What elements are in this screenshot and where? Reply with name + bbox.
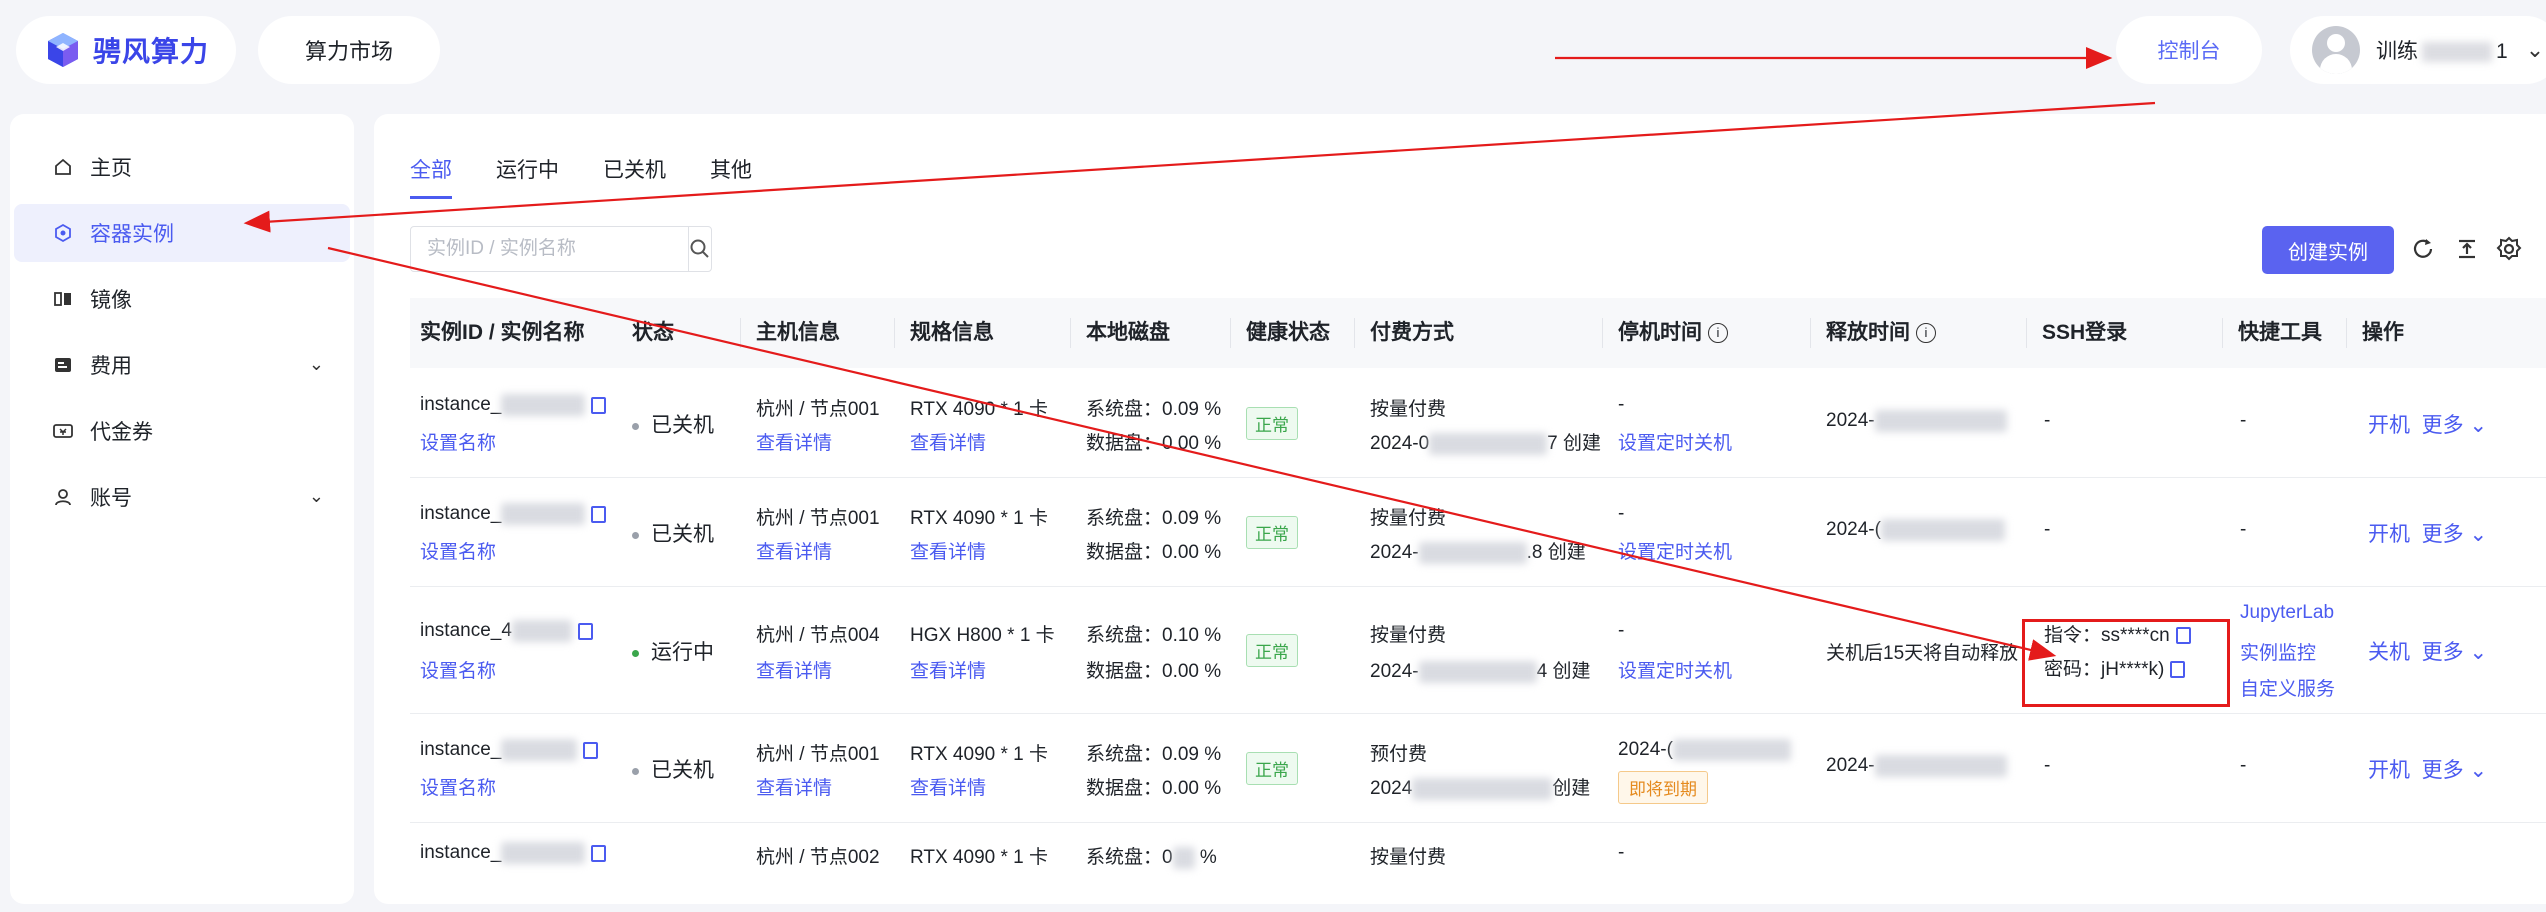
arrow-to-ssh-login	[327, 246, 2057, 661]
arrow-to-container-instances	[243, 101, 2156, 233]
annotation-arrows	[243, 47, 2156, 661]
